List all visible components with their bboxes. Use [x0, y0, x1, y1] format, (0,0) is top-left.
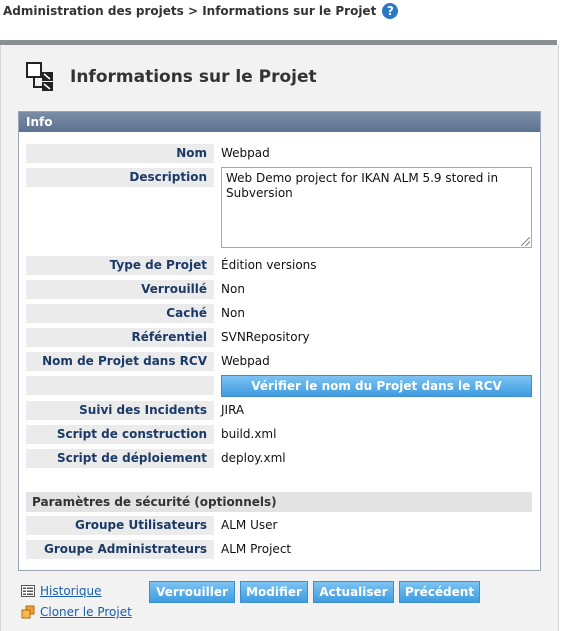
field-value: SVNRepository	[221, 330, 310, 344]
field-label: Caché	[26, 304, 214, 323]
info-section-header: Info	[19, 112, 540, 132]
description-textarea[interactable]: Web Demo project for IKAN ALM 5.9 stored…	[221, 167, 532, 248]
project-structure-icon	[26, 62, 53, 91]
field-label: Description	[26, 168, 214, 187]
resize-grip-icon[interactable]	[521, 237, 530, 246]
field-value: deploy.xml	[221, 451, 286, 465]
clone-link-row[interactable]: Cloner le Projet	[21, 605, 132, 619]
refresh-button[interactable]: Actualiser	[313, 581, 394, 603]
field-row-locked: Verrouillé Non	[26, 280, 532, 299]
field-label: Script de construction	[26, 425, 214, 444]
field-label	[26, 376, 214, 395]
field-row-issue-tracking: Suivi des Incidents JIRA	[26, 401, 532, 420]
help-icon[interactable]: ?	[382, 3, 399, 19]
field-value: Non	[221, 282, 245, 296]
security-section-header: Paramètres de sécurité (optionnels)	[26, 492, 532, 512]
field-label: Groupe Utilisateurs	[26, 516, 214, 535]
field-label: Type de Projet	[26, 256, 214, 275]
field-row-project-type: Type de Projet Édition versions	[26, 256, 532, 275]
page-header: Informations sur le Projet	[26, 62, 317, 92]
field-row-deploy-script: Script de déploiement deploy.xml	[26, 449, 532, 468]
field-label: Référentiel	[26, 328, 214, 347]
breadcrumb: Administration des projets > Information…	[3, 2, 399, 20]
field-label: Verrouillé	[26, 280, 214, 299]
page-title: Informations sur le Projet	[70, 67, 317, 87]
clone-project-link[interactable]: Cloner le Projet	[40, 605, 132, 619]
field-label: Nom de Projet dans RCV	[26, 352, 214, 371]
field-row-build-script: Script de construction build.xml	[26, 425, 532, 444]
breadcrumb-text: Administration des projets > Information…	[3, 4, 377, 18]
field-value: Webpad	[221, 146, 270, 160]
field-value: JIRA	[221, 403, 245, 417]
field-row-name: Nom Webpad	[26, 144, 532, 163]
field-value: build.xml	[221, 427, 277, 441]
field-value: Non	[221, 306, 245, 320]
field-row-admin-group: Groupe Administrateurs ALM Project	[26, 540, 532, 559]
field-label: Groupe Administrateurs	[26, 540, 214, 559]
history-link-row[interactable]: Historique	[21, 584, 102, 598]
field-row-repository: Référentiel SVNRepository	[26, 328, 532, 347]
field-row-hidden: Caché Non	[26, 304, 532, 323]
field-label: Script de déploiement	[26, 449, 214, 468]
history-link[interactable]: Historique	[40, 584, 102, 598]
edit-button[interactable]: Modifier	[240, 581, 308, 603]
history-list-icon	[21, 585, 35, 597]
field-value: ALM User	[221, 518, 278, 532]
clone-icon	[21, 605, 35, 619]
field-label: Suivi des Incidents	[26, 401, 214, 420]
field-row-rcv-name: Nom de Projet dans RCV Webpad	[26, 352, 532, 371]
back-button[interactable]: Précédent	[399, 581, 480, 603]
verify-rcv-name-button[interactable]: Vérifier le nom du Projet dans le RCV	[221, 375, 532, 397]
field-value: ALM Project	[221, 542, 292, 556]
description-text: Web Demo project for IKAN ALM 5.9 stored…	[226, 171, 499, 200]
field-value: Édition versions	[221, 258, 317, 272]
field-label: Nom	[26, 144, 214, 163]
field-row-user-group: Groupe Utilisateurs ALM User	[26, 516, 532, 535]
lock-button[interactable]: Verrouiller	[149, 581, 235, 603]
field-value: Webpad	[221, 354, 270, 368]
